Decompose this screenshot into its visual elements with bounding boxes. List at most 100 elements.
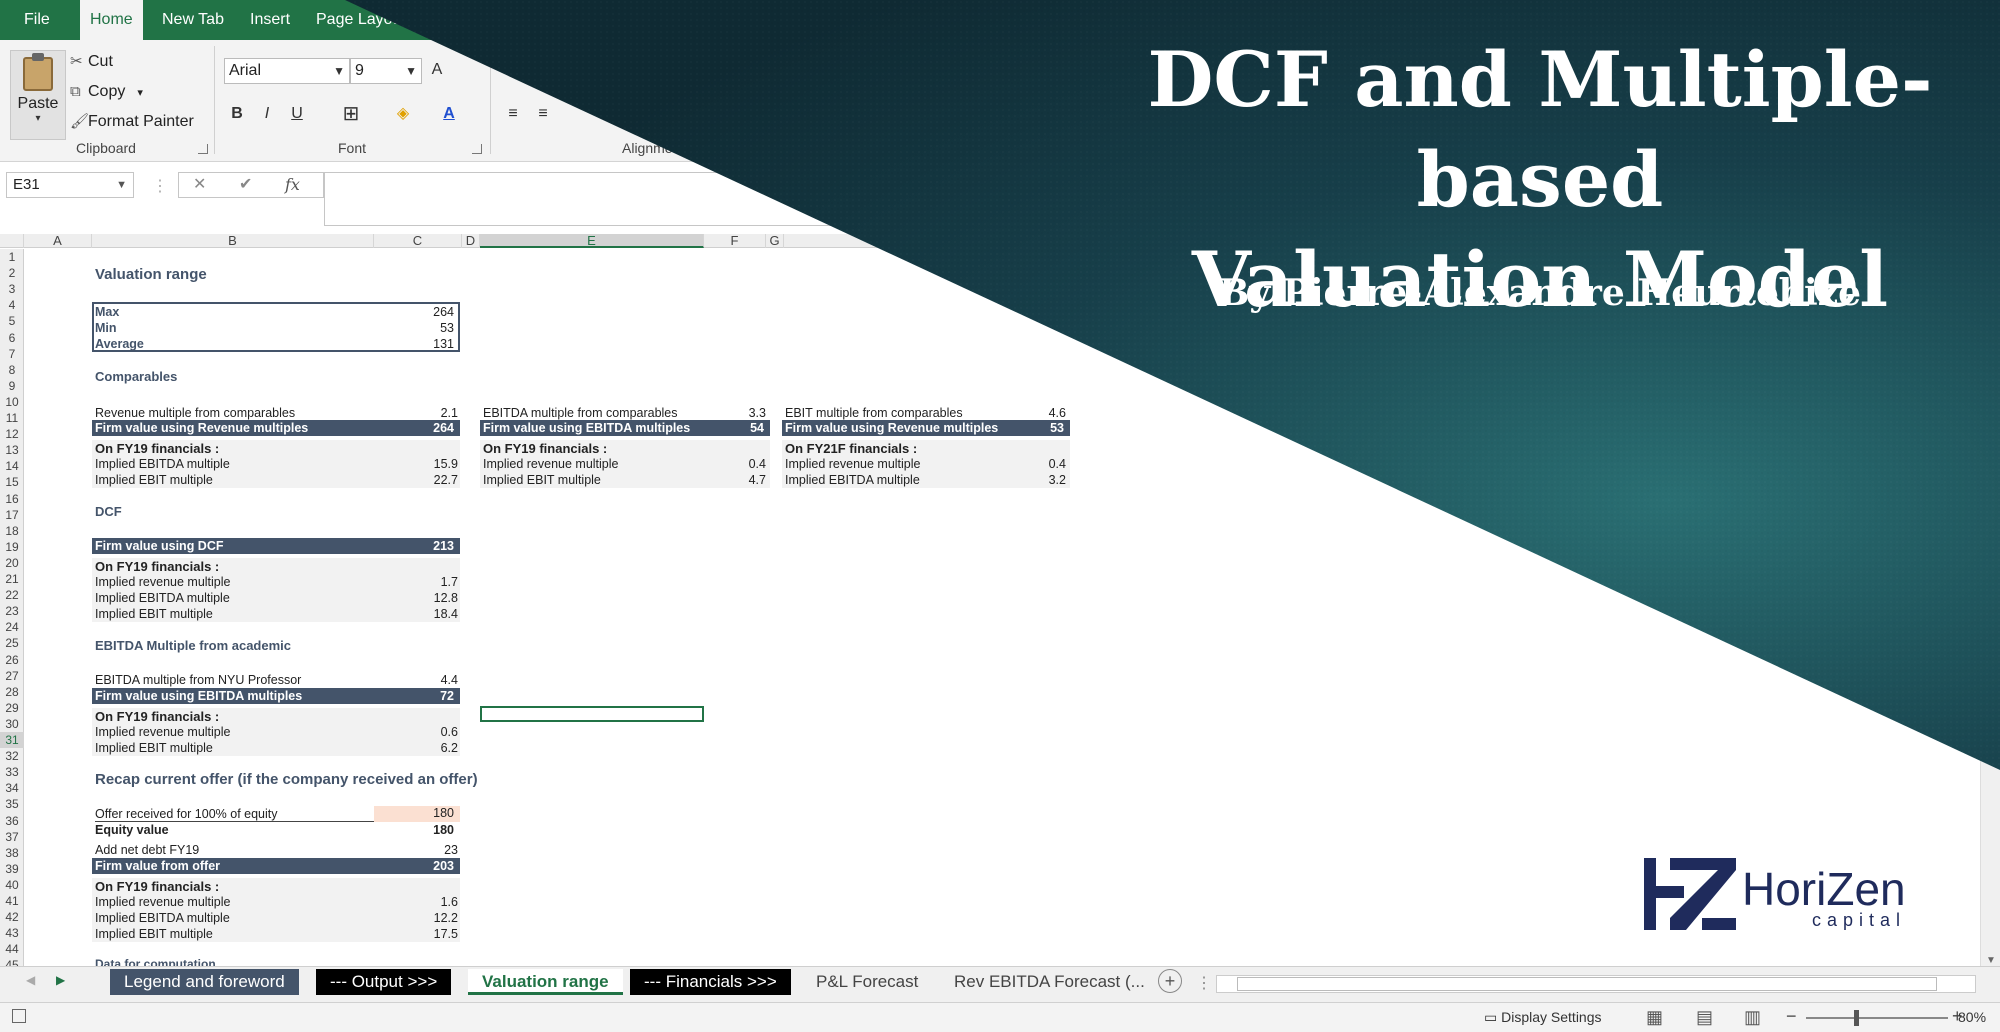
tab-file[interactable]: File xyxy=(14,0,60,40)
row-header-43[interactable]: 43 xyxy=(0,925,24,941)
col-header-e[interactable]: E xyxy=(480,234,704,248)
cancel-icon[interactable]: ✕ xyxy=(193,173,206,197)
row-header-6[interactable]: 6 xyxy=(0,330,24,346)
format-painter-button[interactable]: 🖌Format Painter xyxy=(70,110,194,134)
align-center-icon[interactable]: ≡ xyxy=(532,102,554,126)
row-header-38[interactable]: 38 xyxy=(0,845,24,861)
row-header-44[interactable]: 44 xyxy=(0,941,24,957)
row-header-39[interactable]: 39 xyxy=(0,861,24,877)
next-sheet-icon[interactable]: ▶ xyxy=(56,973,65,987)
font-color-icon[interactable]: A xyxy=(438,102,460,126)
normal-view-icon[interactable]: ▦ xyxy=(1646,1007,1663,1028)
col-header-f[interactable]: F xyxy=(704,234,766,248)
row-header-37[interactable]: 37 xyxy=(0,829,24,845)
row-header-16[interactable]: 16 xyxy=(0,491,24,507)
page-layout-view-icon[interactable]: ▤ xyxy=(1696,1007,1713,1028)
horizontal-scrollbar[interactable] xyxy=(1216,975,1976,993)
fill-color-icon[interactable]: ◈ xyxy=(392,102,414,126)
name-box[interactable]: E31 ▼ xyxy=(6,172,134,198)
row-header-1[interactable]: 1 xyxy=(0,249,24,265)
row-header-40[interactable]: 40 xyxy=(0,877,24,893)
row-header-36[interactable]: 36 xyxy=(0,813,24,829)
sheet-tab-valuation-range[interactable]: Valuation range xyxy=(468,969,623,995)
zoom-slider-thumb[interactable] xyxy=(1854,1010,1859,1026)
row-header-27[interactable]: 27 xyxy=(0,668,24,684)
tab-page-layout[interactable]: Page Layout xyxy=(306,0,416,40)
col-header-b[interactable]: B xyxy=(92,234,374,248)
row-header-42[interactable]: 42 xyxy=(0,909,24,925)
row-header-14[interactable]: 14 xyxy=(0,458,24,474)
row-header-19[interactable]: 19 xyxy=(0,539,24,555)
function-icon[interactable]: fx xyxy=(285,173,300,197)
font-size-select[interactable]: 9 ▼ xyxy=(350,58,422,84)
display-settings-button[interactable]: ▭ Display Settings xyxy=(1484,1009,1602,1026)
row-header-23[interactable]: 23 xyxy=(0,603,24,619)
row-header-30[interactable]: 30 xyxy=(0,716,24,732)
sheet-tab-rev-ebitda-forecast[interactable]: Rev EBITDA Forecast (... xyxy=(940,969,1160,995)
sheet-tab-pl-forecast[interactable]: P&L Forecast xyxy=(802,969,932,995)
row-header-3[interactable]: 3 xyxy=(0,281,24,297)
paste-button[interactable]: Paste ▾ xyxy=(10,50,66,140)
macro-record-icon[interactable] xyxy=(12,1009,26,1023)
row-header-18[interactable]: 18 xyxy=(0,523,24,539)
row-header-33[interactable]: 33 xyxy=(0,764,24,780)
align-left-icon[interactable]: ≡ xyxy=(502,102,524,126)
scroll-down-icon[interactable]: ▼ xyxy=(1986,955,1996,966)
horizontal-scroll-thumb[interactable] xyxy=(1237,977,1937,991)
row-header-8[interactable]: 8 xyxy=(0,362,24,378)
zoom-slider[interactable] xyxy=(1806,1010,1948,1026)
row-header-20[interactable]: 20 xyxy=(0,555,24,571)
col-header-c[interactable]: C xyxy=(374,234,462,248)
active-cell-e31[interactable] xyxy=(480,706,704,722)
worksheet-grid[interactable]: A B C D E F G 1 2 3 4 5 6 7 8 9 10 11 12 13 14 15 16 17 1… xyxy=(0,226,2000,1021)
row-header-41[interactable]: 41 xyxy=(0,893,24,909)
row-header-17[interactable]: 17 xyxy=(0,507,24,523)
row-header-32[interactable]: 32 xyxy=(0,748,24,764)
row-header-35[interactable]: 35 xyxy=(0,796,24,812)
row-header-9[interactable]: 9 xyxy=(0,378,24,394)
select-all-corner[interactable] xyxy=(0,234,24,248)
add-sheet-icon[interactable]: + xyxy=(1158,969,1182,993)
row-header-12[interactable]: 12 xyxy=(0,426,24,442)
col-header-a[interactable]: A xyxy=(24,234,92,248)
enter-icon[interactable]: ✔ xyxy=(239,173,252,197)
sheet-tab-legend[interactable]: Legend and foreword xyxy=(110,969,299,995)
row-header-10[interactable]: 10 xyxy=(0,394,24,410)
row-header-24[interactable]: 24 xyxy=(0,619,24,635)
sheet-tab-financials[interactable]: --- Financials >>> xyxy=(630,969,791,995)
sheet-tab-output[interactable]: --- Output >>> xyxy=(316,969,452,995)
vertical-scrollbar[interactable]: ▲ ▼ xyxy=(1980,232,2000,966)
row-header-31[interactable]: 31 xyxy=(0,732,24,748)
row-header-13[interactable]: 13 xyxy=(0,442,24,458)
prev-sheet-icon[interactable]: ◀ xyxy=(26,973,35,987)
row-header-2[interactable]: 2 xyxy=(0,265,24,281)
row-header-29[interactable]: 29 xyxy=(0,700,24,716)
row-header-34[interactable]: 34 xyxy=(0,780,24,796)
row-header-15[interactable]: 15 xyxy=(0,474,24,490)
row-header-11[interactable]: 11 xyxy=(0,410,24,426)
row-header-28[interactable]: 28 xyxy=(0,684,24,700)
offer-value[interactable]: 180 xyxy=(374,806,460,822)
row-header-5[interactable]: 5 xyxy=(0,313,24,329)
cut-button[interactable]: ✂ Cut xyxy=(70,50,113,74)
font-name-select[interactable]: Arial ▼ xyxy=(224,58,350,84)
row-header-26[interactable]: 26 xyxy=(0,652,24,668)
borders-icon[interactable]: ⊞ xyxy=(340,102,362,126)
zoom-out-icon[interactable]: − xyxy=(1786,1006,1797,1027)
row-header-22[interactable]: 22 xyxy=(0,587,24,603)
italic-button[interactable]: I xyxy=(256,102,278,126)
col-header-g[interactable]: G xyxy=(766,234,784,248)
increase-font-icon[interactable]: A xyxy=(426,58,448,82)
scroll-up-icon[interactable]: ▲ xyxy=(1986,232,1996,243)
row-header-21[interactable]: 21 xyxy=(0,571,24,587)
col-header-d[interactable]: D xyxy=(462,234,480,248)
dialog-launcher-icon[interactable] xyxy=(472,144,482,154)
tab-home[interactable]: Home xyxy=(80,0,143,42)
tab-insert[interactable]: Insert xyxy=(240,0,300,40)
tab-new-tab[interactable]: New Tab xyxy=(152,0,234,40)
bold-button[interactable]: B xyxy=(226,102,248,126)
copy-button[interactable]: ⧉ Copy ▾ xyxy=(70,80,143,104)
dialog-launcher-icon[interactable] xyxy=(198,144,208,154)
page-break-view-icon[interactable]: ▥ xyxy=(1744,1007,1761,1028)
row-header-7[interactable]: 7 xyxy=(0,346,24,362)
